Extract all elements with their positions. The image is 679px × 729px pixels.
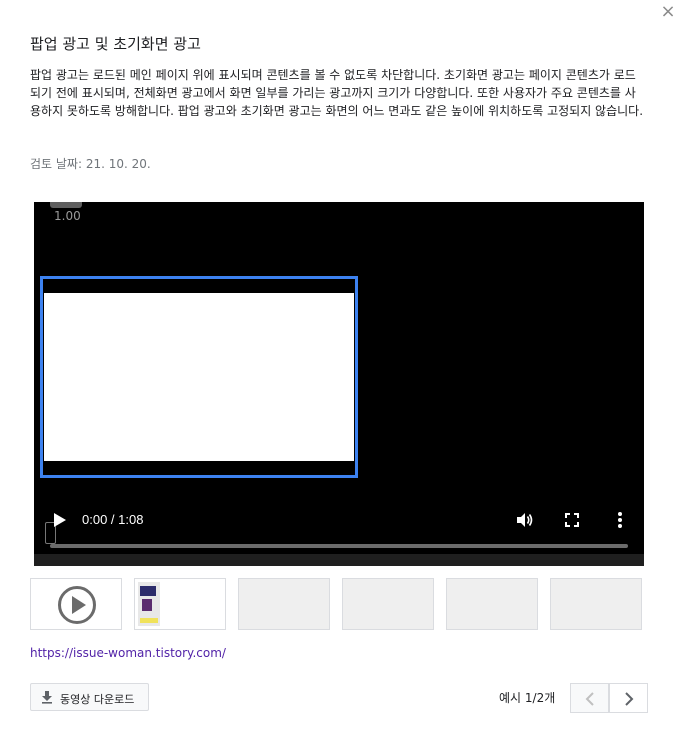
ad-frame-content (44, 293, 354, 461)
video-bottom-bar (34, 554, 644, 566)
video-progress-bar[interactable] (50, 544, 628, 548)
close-icon: × (660, 1, 676, 22)
volume-icon[interactable] (514, 510, 534, 530)
thumbnail-empty[interactable] (238, 578, 330, 630)
thumbnail-preview-image (138, 582, 160, 626)
close-button[interactable]: × (659, 3, 677, 21)
video-player[interactable]: 1.00 0:00 / 1:08 (34, 202, 644, 566)
example-counter: 예시 1/2개 (499, 691, 556, 705)
source-link[interactable]: https://issue-woman.tistory.com/ (30, 646, 226, 660)
download-video-button[interactable]: 동영상 다운로드 (30, 683, 149, 711)
thumbnail-empty[interactable] (446, 578, 538, 630)
thumbnail-empty[interactable] (342, 578, 434, 630)
download-label: 동영상 다운로드 (60, 693, 135, 706)
chevron-right-icon (625, 692, 634, 706)
play-icon[interactable] (50, 510, 68, 530)
thumbnail-video[interactable] (30, 578, 122, 630)
play-circle-icon (58, 586, 96, 624)
dialog-title: 팝업 광고 및 초기화면 광고 (30, 35, 201, 53)
zoom-tab (50, 202, 82, 208)
zoom-level: 1.00 (54, 209, 81, 223)
chevron-left-icon (585, 692, 594, 706)
description-text: 팝업 광고는 로드된 메인 페이지 위에 표시되며 콘텐츠를 볼 수 없도록 차… (30, 68, 644, 118)
video-time: 0:00 / 1:08 (82, 512, 144, 527)
next-example-button[interactable] (609, 683, 648, 713)
review-date: 검토 날짜: 21. 10. 20. (30, 157, 151, 171)
thumbnail-empty[interactable] (550, 578, 642, 630)
fullscreen-icon[interactable] (562, 510, 582, 530)
download-icon (42, 691, 52, 704)
more-options-icon[interactable] (612, 510, 628, 530)
highlighted-ad-frame (40, 276, 358, 478)
thumbnail-image[interactable] (134, 578, 226, 630)
previous-example-button[interactable] (570, 683, 609, 713)
